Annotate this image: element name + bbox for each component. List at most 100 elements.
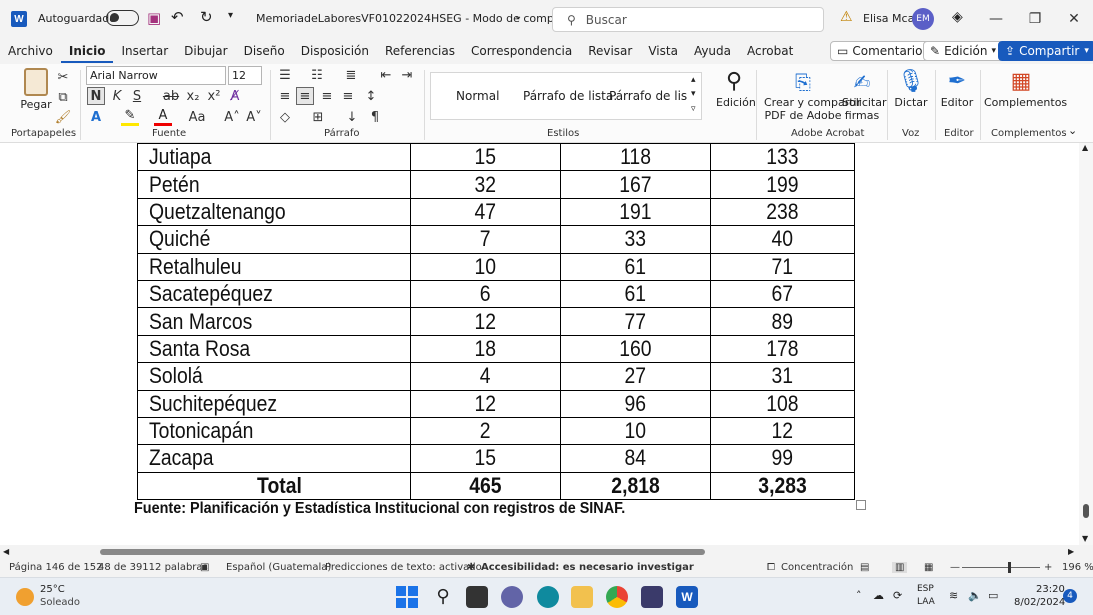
word-taskbar-icon[interactable]: W <box>676 586 698 608</box>
comments-button[interactable]: ▭ Comentarios <box>830 41 936 61</box>
menu-archivo[interactable]: Archivo <box>0 39 61 63</box>
volume-icon[interactable]: 🔈 <box>968 589 982 602</box>
scroll-up-icon[interactable]: ▲ <box>1082 143 1088 152</box>
start-windows-icon[interactable] <box>396 586 418 608</box>
underline-button[interactable]: S <box>128 87 146 105</box>
page-count[interactable]: Página 146 de 152 <box>9 562 103 573</box>
copy-icon[interactable]: ⧉ <box>54 88 72 106</box>
request-signatures-button[interactable]: ✍ Solicitar firmas <box>842 68 887 122</box>
styles-more-icon[interactable]: ▿ <box>691 104 696 114</box>
battery-icon[interactable]: ▭ <box>988 589 998 602</box>
menu-vista[interactable]: Vista <box>640 39 686 63</box>
style-list-paragraph-1[interactable]: Párrafo de lista: <box>523 89 617 103</box>
input-lang-1[interactable]: ESP <box>917 584 934 594</box>
menu-ayuda[interactable]: Ayuda <box>686 39 739 63</box>
premium-diamond-icon[interactable]: ◈ <box>952 9 963 25</box>
scroll-right-icon[interactable]: ▶ <box>1068 547 1074 556</box>
italic-button[interactable]: K <box>108 87 126 105</box>
cut-icon[interactable]: ✂ <box>54 68 72 86</box>
decrease-indent-icon[interactable]: ⇤ <box>377 66 395 84</box>
language-status[interactable]: Español (Guatemala) <box>226 562 331 573</box>
document-title[interactable]: MemoriadeLaboresVF01022024HSEG - Modo de… <box>256 12 585 25</box>
subscript-icon[interactable]: x₂ <box>184 87 202 105</box>
edge-browser-icon[interactable] <box>537 586 559 608</box>
vertical-scroll-thumb[interactable] <box>1083 504 1089 518</box>
font-size-select[interactable]: 12 <box>228 66 262 85</box>
align-center-icon[interactable]: ≡ <box>296 87 314 105</box>
text-predictions-status[interactable]: Predicciones de texto: activado <box>325 562 482 573</box>
customize-toolbar-icon[interactable]: ▾ <box>228 10 233 21</box>
minimize-icon[interactable]: — <box>980 7 1012 31</box>
undo-icon[interactable]: ↶ <box>171 8 184 26</box>
avatar[interactable]: EM <box>912 8 934 30</box>
teams-chat-icon[interactable] <box>501 586 523 608</box>
highlight-icon[interactable]: ✎ <box>121 108 139 126</box>
wifi-icon[interactable]: ≋ <box>949 589 958 602</box>
shrink-font-icon[interactable]: A˅ <box>245 108 263 126</box>
clock-time[interactable]: 23:20 <box>1036 584 1065 595</box>
justify-icon[interactable]: ≡ <box>339 87 357 105</box>
warning-icon[interactable]: ⚠ <box>840 9 853 25</box>
zoom-level[interactable]: 196 % <box>1062 562 1093 573</box>
sort-icon[interactable]: ↓ <box>343 108 361 126</box>
taskbar-search-icon[interactable]: ⚲ <box>432 586 454 608</box>
notification-badge[interactable]: 4 <box>1063 589 1077 603</box>
grow-font-icon[interactable]: A˄ <box>223 108 241 126</box>
save-icon[interactable]: ▣ <box>147 9 161 27</box>
editor-button[interactable]: ✒ Editor <box>939 68 975 109</box>
text-effects-icon[interactable]: A <box>87 108 105 126</box>
horizontal-scroll-thumb[interactable] <box>100 549 705 555</box>
input-lang-2[interactable]: LAA <box>917 597 935 607</box>
scroll-down-icon[interactable]: ▼ <box>1082 534 1088 543</box>
autosave-toggle[interactable] <box>106 10 139 29</box>
title-chevron-down-icon[interactable]: ⌄ <box>514 11 522 22</box>
strikethrough-icon[interactable]: ab <box>162 87 180 105</box>
shading-icon[interactable]: ◇ <box>276 108 294 126</box>
bullets-icon[interactable]: ☰ <box>276 66 294 84</box>
menu-diseno[interactable]: Diseño <box>236 39 293 63</box>
zoom-out-icon[interactable]: — <box>950 562 960 573</box>
align-left-icon[interactable]: ≡ <box>276 87 294 105</box>
clock-date[interactable]: 8/02/2024 <box>1014 597 1065 608</box>
change-case-icon[interactable]: Aa <box>188 108 206 126</box>
menu-insertar[interactable]: Insertar <box>113 39 176 63</box>
clear-format-icon[interactable]: A̸ <box>226 87 244 105</box>
tray-chevron-up-icon[interactable]: ˄ <box>856 589 862 602</box>
align-right-icon[interactable]: ≡ <box>318 87 336 105</box>
numbering-icon[interactable]: ☷ <box>308 66 326 84</box>
paste-button[interactable]: Pegar <box>18 68 54 111</box>
menu-disposicion[interactable]: Disposición <box>293 39 377 63</box>
weather-condition[interactable]: Soleado <box>40 597 80 608</box>
font-name-select[interactable]: Arial Narrow <box>86 66 226 85</box>
zoom-in-icon[interactable]: + <box>1044 562 1052 573</box>
collapse-ribbon-icon[interactable]: ⌄ <box>1068 124 1077 137</box>
show-marks-icon[interactable]: ¶ <box>366 108 384 126</box>
styles-scroll-up-icon[interactable]: ▴ <box>691 75 696 85</box>
zoom-slider[interactable] <box>962 567 1040 568</box>
multilevel-list-icon[interactable]: ≣ <box>342 66 360 84</box>
close-icon[interactable]: ✕ <box>1058 7 1090 31</box>
zoom-slider-thumb[interactable] <box>1008 562 1011 573</box>
vertical-scrollbar[interactable]: ▲ ▼ <box>1079 143 1093 545</box>
style-list-paragraph-2[interactable]: Párrafo de lista <box>609 89 687 103</box>
share-button[interactable]: ⇪ Compartir ▾ <box>998 41 1093 61</box>
increase-indent-icon[interactable]: ⇥ <box>398 66 416 84</box>
accessibility-status[interactable]: Accesibilidad: es necesario investigar <box>481 562 694 573</box>
chrome-icon[interactable] <box>606 586 628 608</box>
menu-dibujar[interactable]: Dibujar <box>176 39 235 63</box>
user-name[interactable]: Elisa Mcal <box>863 12 917 25</box>
scroll-left-icon[interactable]: ◀ <box>3 547 9 556</box>
file-explorer-icon[interactable] <box>571 586 593 608</box>
edicion-button[interactable]: ⚲ Edición <box>716 68 756 109</box>
proofing-icon[interactable]: ▣ <box>200 562 209 573</box>
line-spacing-icon[interactable]: ↕ <box>362 87 380 105</box>
weather-sun-icon[interactable] <box>16 588 34 606</box>
maximize-icon[interactable]: ❐ <box>1019 7 1051 31</box>
print-layout-icon[interactable]: ▥ <box>892 562 908 573</box>
addins-button[interactable]: ▦ Complementos <box>984 68 1067 109</box>
menu-correspondencia[interactable]: Correspondencia <box>463 39 580 63</box>
superscript-icon[interactable]: x² <box>205 87 223 105</box>
create-pdf-button[interactable]: ⎘ Crear y compartir PDF de Adobe <box>764 68 861 122</box>
dictate-button[interactable]: 🎙 Dictar <box>893 68 929 109</box>
font-color-icon[interactable]: A <box>154 108 172 126</box>
